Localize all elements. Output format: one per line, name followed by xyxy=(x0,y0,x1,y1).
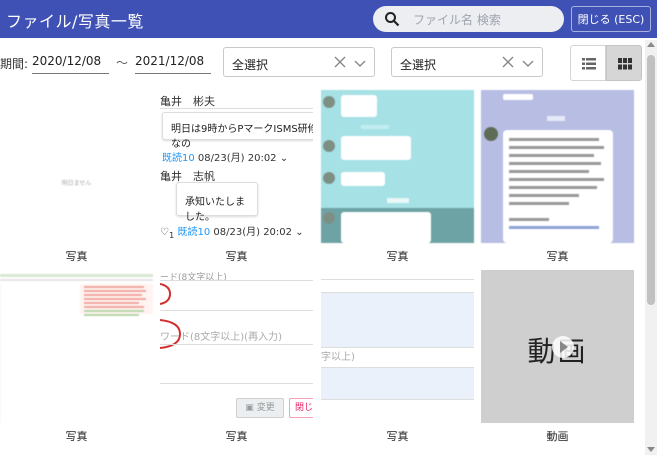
list-view-button[interactable] xyxy=(570,45,606,81)
clear-icon[interactable] xyxy=(334,56,346,68)
scrollbar-thumb[interactable] xyxy=(647,55,655,305)
heart-icon: ♡ xyxy=(160,227,169,238)
type-select[interactable]: 全選択 xyxy=(223,47,375,77)
grid-icon xyxy=(618,58,632,70)
play-icon[interactable] xyxy=(552,336,574,358)
period-label: 期間: xyxy=(0,57,29,71)
change-button[interactable]: ▣ 変更 xyxy=(236,398,284,418)
form-row xyxy=(321,270,474,280)
thumb-text: 明日ません xyxy=(61,180,92,187)
save-icon: ▣ xyxy=(245,403,254,413)
red-circle-annotation xyxy=(160,283,172,305)
form-placeholder: ワード(8文字以上)(再入力) xyxy=(160,332,282,343)
tile-caption: 写真 xyxy=(225,430,248,443)
divider xyxy=(160,108,313,109)
tile-caption: 写真 xyxy=(225,250,248,263)
spreadsheet-thumb xyxy=(0,270,153,423)
list-icon xyxy=(582,58,596,70)
chat-message: 明日は9時からPマークISMS研修なの xyxy=(171,124,313,150)
chat-screenshot-thumb xyxy=(321,90,474,243)
type-select-value: 全選択 xyxy=(232,58,269,72)
photo-tile[interactable]: 明日ません xyxy=(0,90,153,243)
tile-caption: 写真 xyxy=(65,430,88,443)
clear-icon[interactable] xyxy=(502,56,514,68)
photo-tile[interactable] xyxy=(0,270,153,423)
video-tile[interactable]: 動画 xyxy=(481,270,634,423)
chat-screenshot-thumb xyxy=(481,90,634,243)
photo-tile[interactable]: 亀井 彬夫 明日は9時からPマークISMS研修なの 既読10 08/23(月) … xyxy=(160,90,313,243)
divider xyxy=(160,280,313,281)
scrollbar[interactable] xyxy=(645,40,657,455)
close-button[interactable]: 閉じる (ESC) xyxy=(571,6,651,32)
photo-tile[interactable]: 字以上) xyxy=(321,270,474,423)
app-header: ファイル/写真一覧 ファイル名 検索 閉じる (ESC) xyxy=(0,0,657,38)
scroll-down-icon[interactable] xyxy=(647,447,655,452)
read-status: 既読10 xyxy=(162,153,195,164)
divider xyxy=(160,310,313,311)
chevron-down-icon: ⌄ xyxy=(295,227,304,238)
tile-caption: 写真 xyxy=(386,250,409,263)
divider xyxy=(160,344,313,345)
chat-message: 承知いたしました。 xyxy=(185,197,245,223)
date-to-input[interactable]: 2021/12/08 xyxy=(135,48,211,74)
tile-caption: 写真 xyxy=(386,430,409,443)
chevron-down-icon[interactable] xyxy=(522,58,534,68)
chevron-down-icon[interactable] xyxy=(354,58,366,68)
page-title: ファイル/写真一覧 xyxy=(6,12,144,31)
tile-caption: 動画 xyxy=(546,430,569,443)
tile-caption: 写真 xyxy=(65,250,88,263)
grid-view-button[interactable] xyxy=(606,45,642,81)
photo-tile[interactable] xyxy=(321,90,474,243)
form-field xyxy=(321,292,474,348)
form-placeholder: 字以上) xyxy=(321,352,355,363)
like-count: 1 xyxy=(168,230,175,240)
chat-bubble: 承知いたしました。 xyxy=(176,182,258,223)
search-box[interactable]: ファイル名 検索 xyxy=(373,6,564,32)
read-status: 既読10 xyxy=(177,227,211,238)
form-field xyxy=(321,368,474,400)
member-select-value: 全選択 xyxy=(400,58,437,72)
photo-tile[interactable]: ード(8文字以上) ワード(8文字以上)(再入力) ▣ 変更 閉じ xyxy=(160,270,313,423)
scroll-up-icon[interactable] xyxy=(647,42,655,47)
member-select[interactable]: 全選択 xyxy=(391,47,543,77)
close-form-button[interactable]: 閉じ xyxy=(289,398,313,418)
search-icon xyxy=(384,11,400,27)
date-separator: ～ xyxy=(116,56,129,70)
date-from-input[interactable]: 2020/12/08 xyxy=(32,48,109,74)
chat-sender-name: 亀井 彬夫 xyxy=(160,95,215,108)
divider xyxy=(160,383,313,384)
search-input[interactable]: ファイル名 検索 xyxy=(413,11,501,28)
chat-time: 08/23(月) 20:02 xyxy=(213,227,293,238)
tile-caption: 写真 xyxy=(546,250,569,263)
photo-tile[interactable] xyxy=(481,90,634,243)
change-button-label: 変更 xyxy=(256,403,275,413)
chat-bubble: 明日は9時からPマークISMS研修なの xyxy=(162,112,313,150)
chat-time: 08/23(月) 20:02 xyxy=(197,153,277,164)
chevron-down-icon: ⌄ xyxy=(279,153,289,164)
